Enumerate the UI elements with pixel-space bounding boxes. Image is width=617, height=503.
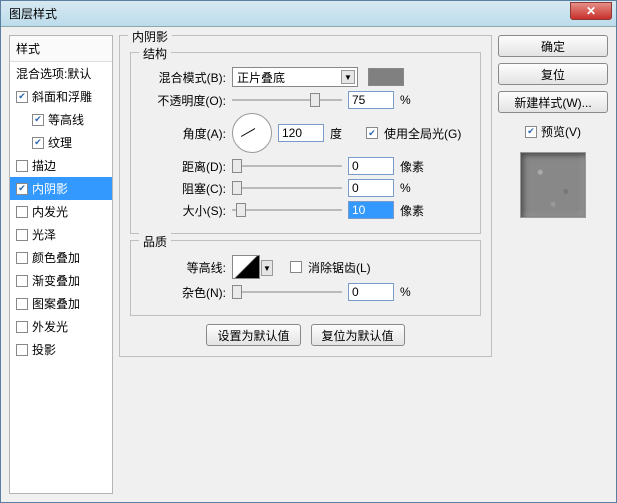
action-panel: 确定 复位 新建样式(W)... 预览(V): [498, 35, 608, 494]
style-item-6[interactable]: 光泽: [10, 223, 112, 246]
blend-options-item[interactable]: 混合选项:默认: [10, 62, 112, 85]
noise-input[interactable]: 0: [348, 283, 394, 301]
distance-label: 距离(D):: [141, 158, 226, 175]
style-item-label: 纹理: [48, 134, 72, 151]
blend-mode-select[interactable]: 正片叠底 ▼: [232, 67, 358, 87]
window-title: 图层样式: [9, 5, 570, 22]
style-item-3[interactable]: 描边: [10, 154, 112, 177]
style-item-0[interactable]: 斜面和浮雕: [10, 85, 112, 108]
ok-button[interactable]: 确定: [498, 35, 608, 57]
style-item-checkbox[interactable]: [16, 183, 28, 195]
style-item-label: 颜色叠加: [32, 249, 80, 266]
style-item-4[interactable]: 内阴影: [10, 177, 112, 200]
style-item-label: 图案叠加: [32, 295, 80, 312]
new-style-button[interactable]: 新建样式(W)...: [498, 91, 608, 113]
style-item-checkbox[interactable]: [16, 160, 28, 172]
style-item-2[interactable]: 纹理: [10, 131, 112, 154]
style-item-checkbox[interactable]: [16, 275, 28, 287]
angle-dial[interactable]: [232, 113, 272, 153]
choke-slider[interactable]: [232, 181, 342, 195]
structure-group: 结构 混合模式(B): 正片叠底 ▼ 不透明度(O): 75 %: [130, 52, 481, 234]
style-item-checkbox[interactable]: [16, 252, 28, 264]
style-item-1[interactable]: 等高线: [10, 108, 112, 131]
style-item-checkbox[interactable]: [16, 91, 28, 103]
style-list-header: 样式: [10, 36, 112, 62]
style-item-label: 斜面和浮雕: [32, 88, 92, 105]
choke-unit: %: [400, 181, 430, 195]
style-item-checkbox[interactable]: [16, 298, 28, 310]
noise-unit: %: [400, 285, 430, 299]
reset-default-button[interactable]: 复位为默认值: [311, 324, 405, 346]
blend-mode-value: 正片叠底: [237, 69, 285, 86]
style-item-label: 内阴影: [32, 180, 68, 197]
style-item-7[interactable]: 颜色叠加: [10, 246, 112, 269]
style-item-label: 描边: [32, 157, 56, 174]
size-label: 大小(S):: [141, 202, 226, 219]
noise-slider[interactable]: [232, 285, 342, 299]
quality-group: 品质 等高线: ▼ 消除锯齿(L) 杂色(N): 0 %: [130, 240, 481, 316]
style-item-checkbox[interactable]: [16, 344, 28, 356]
style-item-checkbox[interactable]: [16, 321, 28, 333]
blend-options-label: 混合选项:默认: [16, 65, 91, 82]
close-icon: ✕: [586, 4, 596, 18]
preview-label: 预览(V): [541, 123, 581, 140]
style-item-label: 光泽: [32, 226, 56, 243]
inner-shadow-group: 内阴影 结构 混合模式(B): 正片叠底 ▼ 不透明度(O):: [119, 35, 492, 357]
style-item-checkbox[interactable]: [16, 229, 28, 241]
style-item-checkbox[interactable]: [32, 137, 44, 149]
size-input[interactable]: 10: [348, 201, 394, 219]
noise-label: 杂色(N):: [141, 284, 226, 301]
global-light-checkbox[interactable]: [366, 127, 378, 139]
antialias-label: 消除锯齿(L): [308, 259, 371, 276]
angle-unit: 度: [330, 125, 360, 142]
distance-slider[interactable]: [232, 159, 342, 173]
preview-thumbnail: [520, 152, 586, 218]
style-item-label: 渐变叠加: [32, 272, 80, 289]
style-item-checkbox[interactable]: [32, 114, 44, 126]
opacity-input[interactable]: 75: [348, 91, 394, 109]
panel-title: 内阴影: [128, 28, 172, 45]
choke-label: 阻塞(C):: [141, 180, 226, 197]
preview-checkbox[interactable]: [525, 126, 537, 138]
close-button[interactable]: ✕: [570, 2, 612, 20]
blend-mode-label: 混合模式(B):: [141, 69, 226, 86]
make-default-button[interactable]: 设置为默认值: [206, 324, 300, 346]
choke-input[interactable]: 0: [348, 179, 394, 197]
layer-style-dialog: 图层样式 ✕ 样式 混合选项:默认 斜面和浮雕等高线纹理描边内阴影内发光光泽颜色…: [0, 0, 617, 503]
size-unit: 像素: [400, 202, 430, 219]
style-item-checkbox[interactable]: [16, 206, 28, 218]
quality-legend: 品质: [139, 233, 171, 250]
style-item-label: 外发光: [32, 318, 68, 335]
global-light-label: 使用全局光(G): [384, 125, 461, 142]
angle-label: 角度(A):: [141, 125, 226, 142]
chevron-down-icon: ▼: [341, 70, 355, 84]
style-list-panel: 样式 混合选项:默认 斜面和浮雕等高线纹理描边内阴影内发光光泽颜色叠加渐变叠加图…: [9, 35, 113, 494]
style-item-10[interactable]: 外发光: [10, 315, 112, 338]
titlebar: 图层样式 ✕: [1, 1, 616, 27]
opacity-slider[interactable]: [232, 93, 342, 107]
angle-input[interactable]: 120: [278, 124, 324, 142]
contour-picker[interactable]: ▼: [232, 255, 260, 279]
antialias-checkbox[interactable]: [290, 261, 302, 273]
chevron-down-icon: ▼: [261, 260, 273, 276]
style-item-9[interactable]: 图案叠加: [10, 292, 112, 315]
opacity-label: 不透明度(O):: [141, 92, 226, 109]
contour-label: 等高线:: [141, 259, 226, 276]
distance-input[interactable]: 0: [348, 157, 394, 175]
distance-unit: 像素: [400, 158, 430, 175]
structure-legend: 结构: [139, 45, 171, 62]
style-item-5[interactable]: 内发光: [10, 200, 112, 223]
style-item-11[interactable]: 投影: [10, 338, 112, 361]
style-item-label: 投影: [32, 341, 56, 358]
opacity-unit: %: [400, 93, 430, 107]
style-item-label: 内发光: [32, 203, 68, 220]
style-item-8[interactable]: 渐变叠加: [10, 269, 112, 292]
cancel-button[interactable]: 复位: [498, 63, 608, 85]
size-slider[interactable]: [232, 203, 342, 217]
settings-panel: 内阴影 结构 混合模式(B): 正片叠底 ▼ 不透明度(O):: [119, 35, 492, 494]
color-swatch[interactable]: [368, 68, 404, 86]
style-item-label: 等高线: [48, 111, 84, 128]
